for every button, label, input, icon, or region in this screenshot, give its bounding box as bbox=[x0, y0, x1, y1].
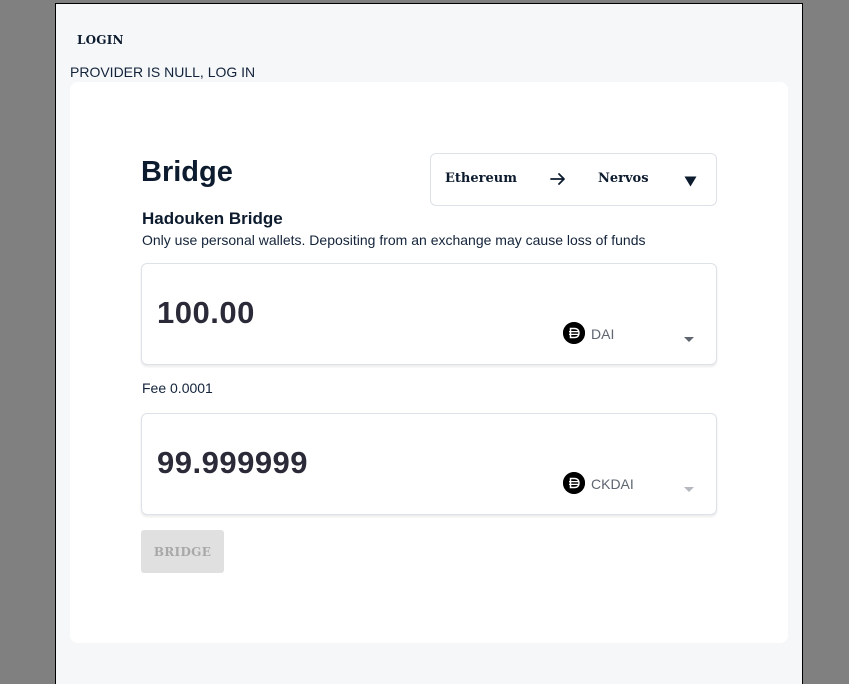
login-button[interactable]: LOGIN bbox=[77, 33, 124, 47]
dai-icon bbox=[563, 472, 585, 494]
from-amount-field[interactable]: 100.00 DAI bbox=[141, 263, 717, 365]
triangle-down-icon bbox=[684, 174, 697, 192]
wallet-warning-text: Only use personal wallets. Depositing fr… bbox=[142, 232, 646, 248]
page-title: Bridge bbox=[141, 156, 233, 188]
provider-status-message: PROVIDER IS NULL, LOG IN bbox=[70, 64, 256, 80]
to-token-select: CKDAI bbox=[562, 471, 702, 497]
chevron-down-icon bbox=[684, 480, 694, 498]
network-selector[interactable]: Ethereum Nervos bbox=[430, 153, 717, 206]
bridge-card: Bridge Ethereum Nervos Hadouken Bridge O… bbox=[70, 82, 788, 643]
app-page: LOGIN PROVIDER IS NULL, LOG IN Bridge Et… bbox=[55, 3, 803, 684]
bridge-submit-button[interactable]: BRIDGE bbox=[141, 530, 224, 573]
to-amount-field: 99.999999 CKDAI bbox=[141, 413, 717, 515]
from-amount-value[interactable]: 100.00 bbox=[157, 295, 255, 331]
to-token-label: CKDAI bbox=[591, 476, 634, 492]
dai-icon bbox=[563, 322, 585, 344]
from-token-select[interactable]: DAI bbox=[562, 321, 702, 347]
fee-text: Fee 0.0001 bbox=[142, 380, 213, 396]
to-amount-value: 99.999999 bbox=[157, 445, 309, 480]
arrow-right-icon bbox=[549, 170, 567, 193]
destination-network-label: Nervos bbox=[598, 171, 649, 186]
chevron-down-icon bbox=[684, 330, 694, 348]
source-network-label: Ethereum bbox=[445, 171, 517, 186]
bridge-subtitle: Hadouken Bridge bbox=[142, 209, 283, 228]
from-token-label: DAI bbox=[591, 326, 615, 342]
